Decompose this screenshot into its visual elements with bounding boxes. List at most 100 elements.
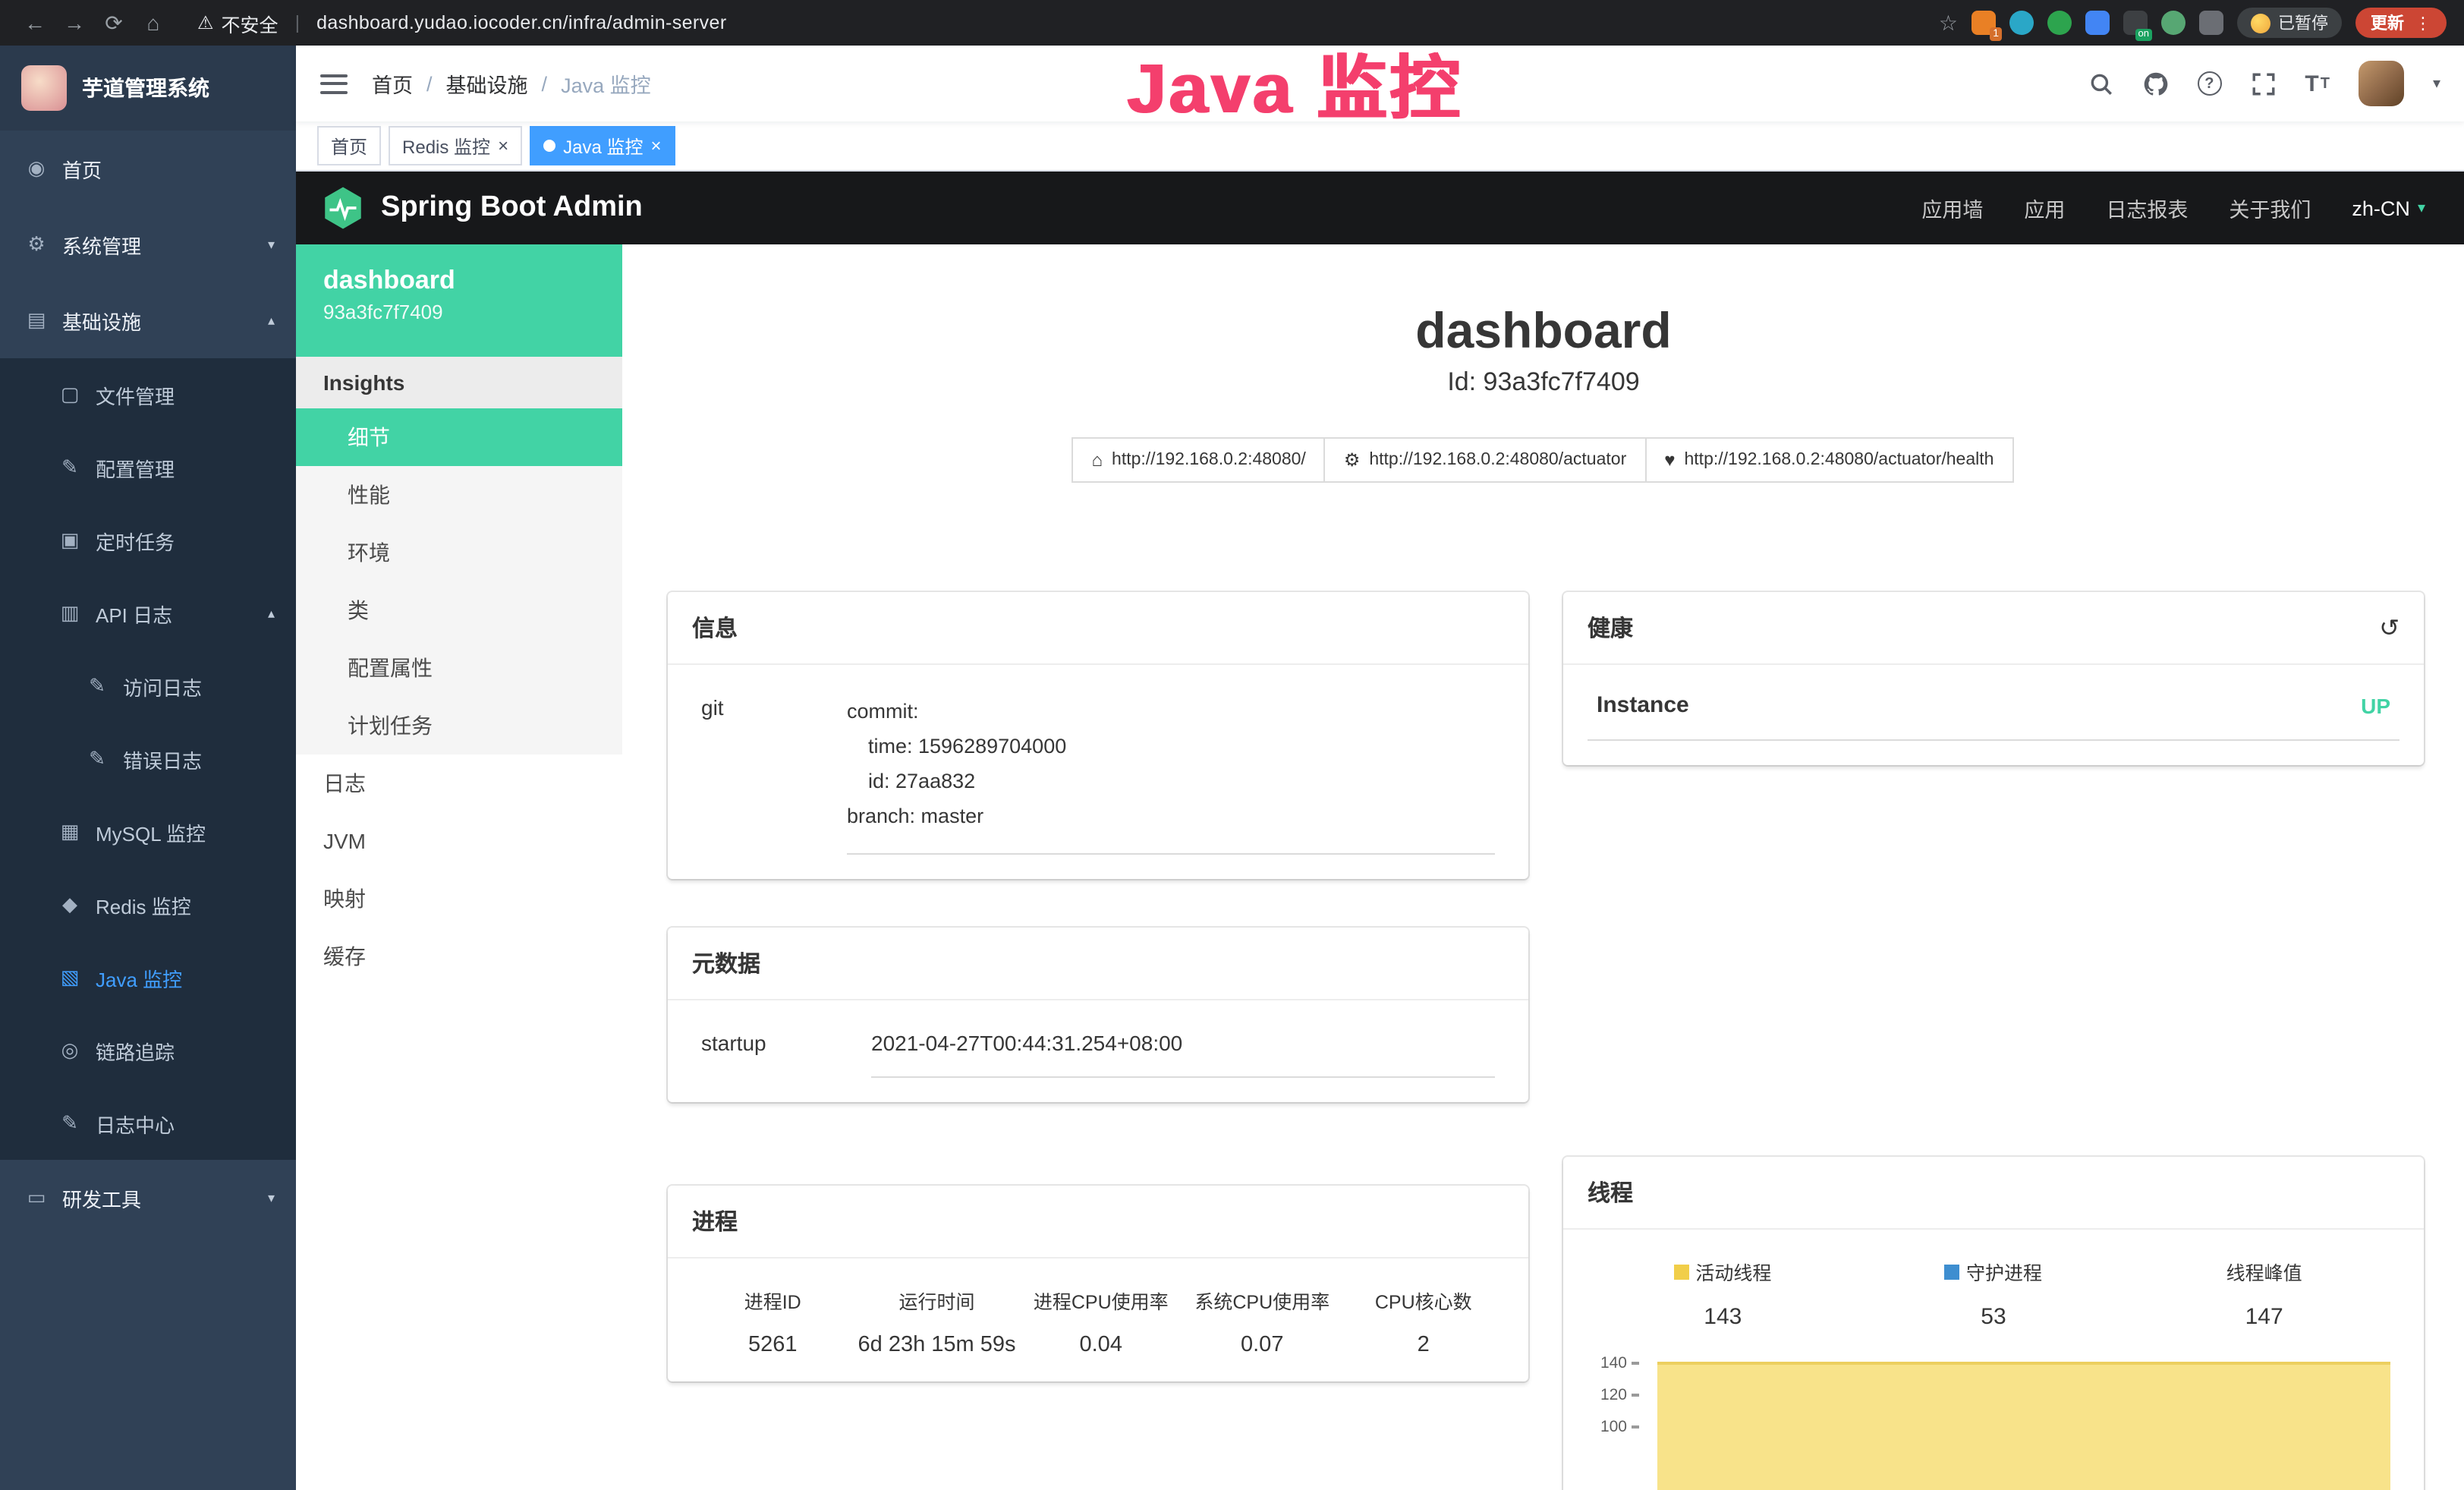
tab-java-monitor[interactable]: Java 监控 × bbox=[530, 126, 675, 165]
extension-icon-green[interactable] bbox=[2047, 11, 2072, 35]
menu-label: 链路追踪 bbox=[96, 1036, 175, 1065]
process-card: 进程 进程ID 5261 运行时间 bbox=[668, 1186, 1528, 1381]
close-icon[interactable]: × bbox=[650, 137, 661, 155]
hamburger-icon[interactable] bbox=[320, 74, 348, 93]
infra-icon: ▤ bbox=[24, 308, 49, 332]
sba-nav-applications[interactable]: 应用 bbox=[2024, 193, 2065, 223]
col-value: 5261 bbox=[697, 1333, 849, 1357]
address-url[interactable]: dashboard.yudao.iocoder.cn/infra/admin-s… bbox=[316, 12, 727, 33]
chrome-update-button[interactable]: 更新 ⋮ bbox=[2355, 8, 2447, 38]
gear-icon: ⚙ bbox=[24, 232, 49, 257]
sba-nav-about[interactable]: 关于我们 bbox=[2229, 193, 2311, 223]
sidebar-item-mysql[interactable]: ▦ MySQL 监控 bbox=[0, 795, 296, 868]
profile-paused-badge[interactable]: 已暂停 bbox=[2237, 8, 2342, 38]
app-logo bbox=[21, 65, 67, 111]
github-icon[interactable] bbox=[2142, 71, 2168, 96]
history-icon[interactable]: ↺ bbox=[2379, 613, 2399, 643]
git-branch-line: branch: master bbox=[847, 800, 1495, 835]
sidebar-item-redis[interactable]: ◆ Redis 监控 bbox=[0, 868, 296, 941]
extension-count-badge: 1 bbox=[1990, 27, 2002, 41]
sidebar-item-access-log[interactable]: ✎ 访问日志 bbox=[0, 650, 296, 723]
extension-icon-leaf[interactable] bbox=[2161, 11, 2186, 35]
sba-item-config-props[interactable]: 配置属性 bbox=[296, 639, 622, 697]
app-logo-row[interactable]: 芋道管理系统 bbox=[0, 46, 296, 131]
profile-face-icon bbox=[2251, 13, 2270, 33]
tab-redis-monitor[interactable]: Redis 监控 × bbox=[389, 126, 522, 165]
sidebar-item-log-center[interactable]: ✎ 日志中心 bbox=[0, 1087, 296, 1160]
sba-item-label: 配置属性 bbox=[348, 653, 433, 683]
sba-item-details[interactable]: 细节 bbox=[296, 408, 622, 466]
menu-label: MySQL 监控 bbox=[96, 817, 206, 846]
menu-label: 定时任务 bbox=[96, 526, 175, 555]
menu-label: 配置管理 bbox=[96, 453, 175, 482]
bookmark-star-icon[interactable]: ☆ bbox=[1939, 10, 1958, 36]
sidebar-item-infra[interactable]: ▤ 基础设施 ▴ bbox=[0, 282, 296, 358]
sba-instance-header[interactable]: dashboard 93a3fc7f7409 bbox=[296, 244, 622, 357]
extension-icon-orange[interactable]: 1 bbox=[1972, 11, 1996, 35]
sba-nav-journal[interactable]: 日志报表 bbox=[2106, 193, 2188, 223]
service-url-button[interactable]: ⌂ http://192.168.0.2:48080/ bbox=[1072, 437, 1326, 483]
sba-brand[interactable]: Spring Boot Admin bbox=[320, 185, 643, 231]
actuator-url-button[interactable]: ⚙ http://192.168.0.2:48080/actuator bbox=[1324, 437, 1646, 483]
sidebar-item-java-monitor[interactable]: ▧ Java 监控 bbox=[0, 941, 296, 1014]
avatar[interactable] bbox=[2359, 61, 2404, 106]
threads-chart: 140 120 100 bbox=[1588, 1354, 2399, 1490]
menu-label: 研发工具 bbox=[62, 1183, 141, 1212]
col-value: 6d 23h 15m 59s bbox=[858, 1333, 1016, 1357]
card-title: 元数据 bbox=[692, 947, 760, 979]
sba-item-logfile[interactable]: 日志 bbox=[296, 754, 622, 812]
col-value: 0.04 bbox=[1025, 1333, 1178, 1357]
sba-sidebar: dashboard 93a3fc7f7409 Insights 细节 性能 环境… bbox=[296, 244, 622, 1490]
breadcrumb-home[interactable]: 首页 bbox=[372, 68, 413, 99]
sba-item-scheduled-tasks[interactable]: 计划任务 bbox=[296, 697, 622, 754]
sidebar-item-trace[interactable]: ◎ 链路追踪 bbox=[0, 1014, 296, 1087]
legend-daemon-threads: 守护进程 53 bbox=[1858, 1257, 2129, 1330]
font-size-icon[interactable]: TT bbox=[2305, 72, 2330, 95]
help-icon[interactable]: ? bbox=[2197, 71, 2221, 96]
sba-item-classes[interactable]: 类 bbox=[296, 581, 622, 639]
health-instance-row[interactable]: Instance UP bbox=[1588, 689, 2399, 741]
sba-item-mappings[interactable]: 映射 bbox=[296, 870, 622, 928]
sidebar-item-home[interactable]: ◉ 首页 bbox=[0, 131, 296, 206]
caret-down-icon[interactable]: ▾ bbox=[2433, 75, 2440, 92]
security-label: 不安全 bbox=[222, 8, 278, 37]
sidebar-item-system[interactable]: ⚙ 系统管理 ▾ bbox=[0, 206, 296, 282]
extension-icon-teal[interactable] bbox=[2009, 11, 2034, 35]
sba-item-environment[interactable]: 环境 bbox=[296, 524, 622, 581]
sidebar-item-api-log[interactable]: ▥ API 日志 ▴ bbox=[0, 577, 296, 650]
wrench-icon: ⚙ bbox=[1344, 449, 1361, 471]
git-time-line: time: 1596289704000 bbox=[847, 730, 1495, 765]
sba-item-jvm[interactable]: JVM bbox=[296, 812, 622, 870]
sidebar-item-config[interactable]: ✎ 配置管理 bbox=[0, 431, 296, 504]
sba-locale-select[interactable]: zh-CN ▾ bbox=[2352, 197, 2425, 219]
redis-icon: ◆ bbox=[58, 893, 82, 917]
extension-icon-blue-grid[interactable] bbox=[2085, 11, 2110, 35]
search-icon[interactable] bbox=[2088, 71, 2113, 96]
reload-icon[interactable]: ⟳ bbox=[97, 10, 131, 36]
menu-label: Java 监控 bbox=[96, 963, 182, 992]
tab-label: 首页 bbox=[331, 133, 367, 159]
sidebar-item-error-log[interactable]: ✎ 错误日志 bbox=[0, 723, 296, 795]
sba-content: dashboard Id: 93a3fc7f7409 ⌂ http://192.… bbox=[622, 244, 2464, 1490]
sidebar-item-file[interactable]: ▢ 文件管理 bbox=[0, 358, 296, 431]
sidebar-item-devtools[interactable]: ▭ 研发工具 ▾ bbox=[0, 1160, 296, 1236]
sba-locale-value: zh-CN bbox=[2352, 197, 2410, 219]
metadata-row: startup 2021-04-27T00:44:31.254+08:00 bbox=[692, 1025, 1504, 1078]
fullscreen-icon[interactable] bbox=[2250, 71, 2276, 96]
health-url-button[interactable]: ♥ http://192.168.0.2:48080/actuator/heal… bbox=[1644, 437, 2013, 483]
extension-icon-dark[interactable]: on bbox=[2123, 11, 2148, 35]
sba-item-metrics[interactable]: 性能 bbox=[296, 466, 622, 524]
breadcrumb-section[interactable]: 基础设施 bbox=[446, 68, 528, 99]
kebab-menu-icon: ⋮ bbox=[2415, 13, 2431, 33]
sidebar-item-job[interactable]: ▣ 定时任务 bbox=[0, 504, 296, 577]
close-icon[interactable]: × bbox=[498, 137, 508, 155]
forward-icon[interactable]: → bbox=[58, 11, 91, 35]
dashboard-icon: ◉ bbox=[24, 156, 49, 181]
sba-item-caches[interactable]: 缓存 bbox=[296, 928, 622, 985]
extension-icon-puzzle[interactable] bbox=[2199, 11, 2223, 35]
sba-nav-wallboard[interactable]: 应用墙 bbox=[1921, 193, 1983, 223]
tab-home[interactable]: 首页 bbox=[317, 126, 381, 165]
back-icon[interactable]: ← bbox=[18, 11, 52, 35]
security-indicator[interactable]: ⚠ 不安全 bbox=[197, 8, 278, 37]
browser-home-icon[interactable]: ⌂ bbox=[137, 11, 170, 35]
